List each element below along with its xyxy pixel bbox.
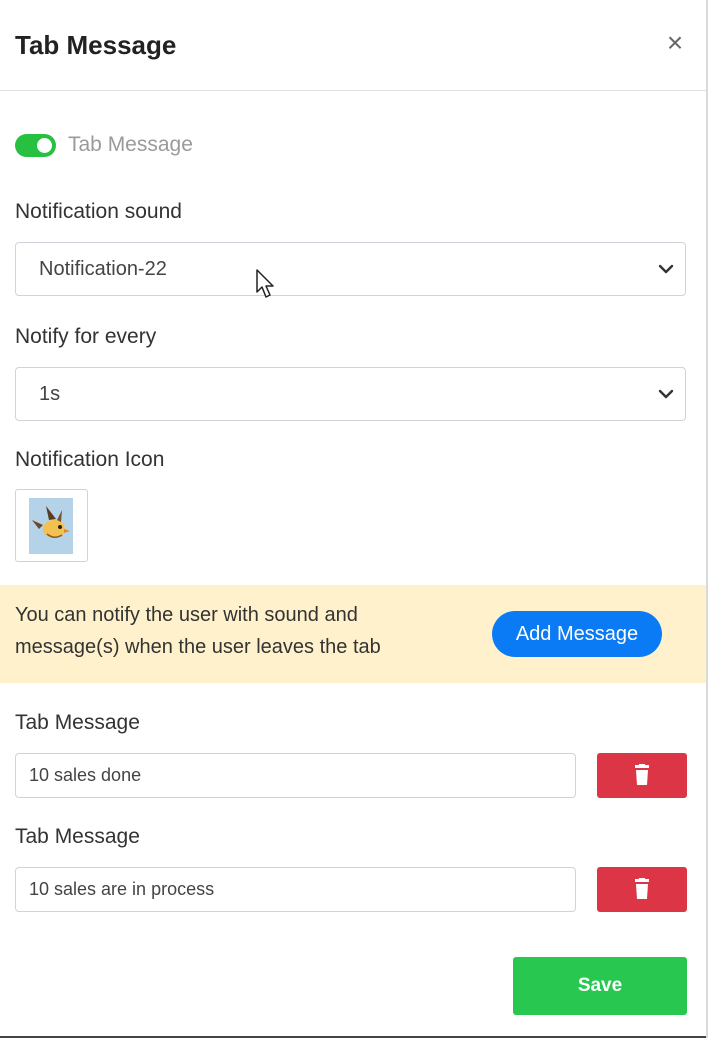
notify-every-label: Notify for every bbox=[15, 325, 157, 348]
modal-title: Tab Message bbox=[15, 30, 177, 60]
chevron-down-icon bbox=[658, 389, 674, 399]
save-button[interactable]: Save bbox=[513, 957, 687, 1015]
bird-image bbox=[29, 498, 73, 554]
delete-message-button-2[interactable] bbox=[597, 867, 687, 912]
notice-line-2: message(s) when the user leaves the tab bbox=[15, 636, 381, 658]
tab-message-toggle[interactable] bbox=[15, 133, 56, 157]
notice-line-1: You can notify the user with sound and bbox=[15, 604, 358, 626]
trash-icon bbox=[635, 878, 649, 899]
mouse-pointer-icon bbox=[256, 269, 274, 298]
toggle-knob bbox=[37, 137, 52, 153]
trash-icon bbox=[635, 764, 649, 785]
notify-every-value: 1s bbox=[39, 383, 61, 405]
notification-sound-label: Notification sound bbox=[15, 200, 182, 223]
notify-every-select[interactable]: 1s bbox=[15, 367, 686, 421]
modal-header: Tab Message × bbox=[0, 0, 708, 91]
add-message-button[interactable]: Add Message bbox=[492, 611, 662, 657]
notification-icon-label: Notification Icon bbox=[15, 448, 165, 471]
notification-sound-select[interactable]: Notification-22 bbox=[15, 242, 686, 296]
toggle-label: Tab Message bbox=[68, 133, 193, 156]
notification-sound-value: Notification-22 bbox=[39, 258, 167, 280]
tab-message-label-2: Tab Message bbox=[15, 825, 140, 848]
info-notice: You can notify the user with sound and m… bbox=[0, 585, 708, 683]
notice-text: You can notify the user with sound and m… bbox=[15, 599, 455, 663]
chevron-down-icon bbox=[658, 264, 674, 274]
tab-message-input-2[interactable]: 10 sales are in process bbox=[15, 867, 576, 912]
tab-message-label-1: Tab Message bbox=[15, 711, 140, 734]
close-icon[interactable]: × bbox=[660, 28, 690, 58]
notification-icon-picker[interactable] bbox=[15, 489, 88, 562]
delete-message-button-1[interactable] bbox=[597, 753, 687, 798]
tab-message-input-1[interactable]: 10 sales done bbox=[15, 753, 576, 798]
tab-message-toggle-row: Tab Message bbox=[15, 131, 193, 159]
